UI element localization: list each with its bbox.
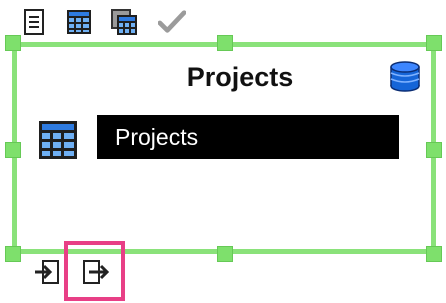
- table-grid-icon: [38, 120, 78, 160]
- node-title: Projects: [186, 62, 294, 92]
- resize-handle[interactable]: [217, 246, 233, 262]
- resize-handle[interactable]: [426, 35, 442, 51]
- database-icon: [388, 59, 422, 93]
- checkmark-icon[interactable]: [158, 8, 186, 36]
- node-label[interactable]: Projects: [97, 115, 399, 159]
- resize-handle[interactable]: [426, 246, 442, 262]
- table-stack-icon[interactable]: [110, 8, 138, 36]
- highlight-box: [64, 241, 125, 301]
- resize-handle[interactable]: [5, 35, 21, 51]
- canvas: Projects Projects: [0, 0, 446, 303]
- resize-handle[interactable]: [5, 142, 21, 158]
- resize-handle[interactable]: [5, 246, 21, 262]
- table-grid-icon[interactable]: [65, 8, 93, 36]
- resize-handle[interactable]: [426, 142, 442, 158]
- import-arrow-icon[interactable]: [31, 256, 63, 288]
- resize-handle[interactable]: [217, 35, 233, 51]
- document-icon[interactable]: [20, 8, 48, 36]
